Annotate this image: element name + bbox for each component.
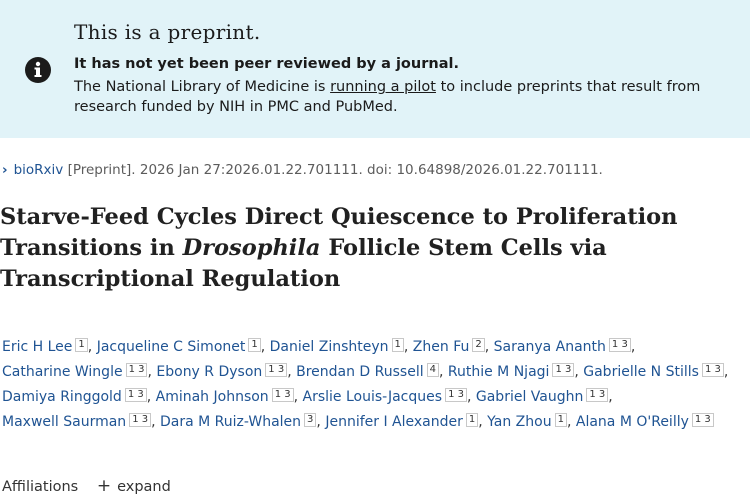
author-item: Alana M O'Reilly 1 3 (576, 413, 714, 430)
affiliation-superscript[interactable]: 1 (554, 413, 567, 427)
banner-funding-notice: research funded by NIH in PMC and PubMed… (74, 99, 398, 115)
running-pilot-link[interactable]: running a pilot (330, 79, 436, 95)
author-item: Maxwell Saurman 1 3 (2, 413, 152, 430)
affiliation-superscript[interactable]: 4 (426, 363, 439, 377)
author-name-link[interactable]: Gabrielle N Stills (583, 364, 699, 380)
author-separator: , (566, 414, 576, 430)
info-icon (25, 57, 51, 83)
chevron-right-icon: › (2, 162, 8, 178)
author-name-link[interactable]: Eric H Lee (2, 339, 72, 355)
affiliation-superscript[interactable]: 1 3 (124, 388, 147, 402)
affiliation-superscript[interactable]: 1 3 (265, 363, 288, 377)
author-name-link[interactable]: Brendan D Russell (296, 364, 424, 380)
author-separator: , (151, 414, 160, 430)
author-item: Ruthie M Njagi 1 3 (448, 363, 575, 380)
expand-affiliations-button[interactable]: + expand (96, 476, 171, 496)
author-item: Catharine Wingle 1 3 (2, 363, 148, 380)
author-item: Aminah Johnson 1 3 (156, 388, 294, 405)
author-separator: , (723, 364, 729, 380)
plus-icon: + (96, 476, 112, 496)
author-separator: , (630, 339, 636, 355)
author-name-link[interactable]: Jennifer I Alexander (325, 414, 463, 430)
banner-pilot-text-before: The National Library of Medicine is (74, 79, 331, 95)
affiliation-superscript[interactable]: 1 (248, 338, 261, 352)
affiliation-superscript[interactable]: 1 3 (125, 363, 148, 377)
affiliation-superscript[interactable]: 1 3 (445, 388, 467, 402)
author-name-link[interactable]: Ruthie M Njagi (448, 364, 550, 380)
author-separator: , (316, 414, 326, 430)
author-name-link[interactable]: Maxwell Saurman (2, 414, 126, 430)
author-separator: , (293, 389, 303, 405)
author-separator: , (438, 364, 448, 380)
banner-title: This is a preprint. (74, 20, 261, 44)
author-name-link[interactable]: Alana M O'Reilly (576, 414, 689, 430)
author-separator: , (466, 389, 476, 405)
author-separator: , (608, 389, 613, 405)
affiliation-superscript[interactable]: 1 3 (271, 388, 294, 402)
affiliation-superscript[interactable]: 1 3 (552, 363, 575, 377)
author-item: Arslie Louis-Jacques 1 3 (303, 388, 467, 405)
author-separator: , (260, 339, 270, 355)
affiliation-superscript[interactable]: 1 3 (608, 338, 631, 352)
author-separator: , (287, 364, 297, 380)
author-item: Yan Zhou 1 (487, 413, 567, 430)
preprint-banner: This is a preprint. It has not yet been … (0, 0, 750, 138)
affiliation-superscript[interactable]: 1 (391, 338, 404, 352)
banner-peer-review-notice: It has not yet been peer reviewed by a j… (74, 56, 459, 72)
affiliation-superscript[interactable]: 1 (75, 338, 88, 352)
author-item: Gabriel Vaughn 1 3 (476, 388, 609, 405)
author-name-link[interactable]: Zhen Fu (413, 339, 470, 355)
author-separator: , (403, 339, 413, 355)
article-title: Starve-Feed Cycles Direct Quiescence to … (0, 202, 750, 295)
affiliation-superscript[interactable]: 2 (472, 338, 485, 352)
author-name-link[interactable]: Arslie Louis-Jacques (303, 389, 443, 405)
affiliation-superscript[interactable]: 1 3 (691, 413, 714, 427)
author-name-link[interactable]: Dara M Ruiz-Whalen (160, 414, 301, 430)
author-name-link[interactable]: Gabriel Vaughn (476, 389, 584, 405)
banner-pilot-text-after: to include preprints that result from (435, 79, 701, 95)
banner-pilot-notice: The National Library of Medicine is runn… (74, 79, 700, 95)
author-item: Dara M Ruiz-Whalen 3 (160, 413, 317, 430)
author-separator: , (87, 339, 97, 355)
author-list: Eric H Lee 1, Jacqueline C Simonet 1, Dani… (2, 335, 747, 435)
expand-label: expand (117, 479, 171, 495)
author-item: Jennifer I Alexander 1 (325, 413, 479, 430)
author-name-link[interactable]: Jacqueline C Simonet (97, 339, 246, 355)
author-item: Jacqueline C Simonet 1 (97, 338, 261, 355)
citation-text: [Preprint]. 2026 Jan 27:2026.01.22.70111… (63, 162, 603, 178)
author-item: Brendan D Russell 4 (296, 363, 439, 380)
author-item: Damiya Ringgold 1 3 (2, 388, 147, 405)
affiliations-row: Affiliations + expand (2, 476, 171, 496)
affiliation-superscript[interactable]: 1 3 (701, 363, 724, 377)
author-item: Ebony R Dyson 1 3 (156, 363, 288, 380)
affiliation-superscript[interactable]: 1 (465, 413, 479, 427)
affiliation-superscript[interactable]: 3 (304, 413, 317, 427)
author-name-link[interactable]: Daniel Zinshteyn (270, 339, 389, 355)
affiliations-label: Affiliations (2, 479, 79, 495)
author-item: Saranya Ananth 1 3 (494, 338, 631, 355)
author-name-link[interactable]: Catharine Wingle (2, 364, 123, 380)
author-item: Eric H Lee 1 (2, 338, 88, 355)
author-separator: , (574, 364, 584, 380)
author-item: Zhen Fu 2 (413, 338, 485, 355)
journal-link[interactable]: bioRxiv (14, 162, 64, 178)
author-name-link[interactable]: Aminah Johnson (156, 389, 269, 405)
title-italic-term: Drosophila (182, 235, 321, 261)
author-item: Gabrielle N Stills 1 3 (583, 363, 724, 380)
author-name-link[interactable]: Saranya Ananth (494, 339, 606, 355)
author-separator: , (478, 414, 488, 430)
affiliation-superscript[interactable]: 1 3 (586, 388, 609, 402)
citation-line: › bioRxiv [Preprint]. 2026 Jan 27:2026.01… (2, 162, 603, 178)
author-item: Daniel Zinshteyn 1 (270, 338, 404, 355)
author-name-link[interactable]: Damiya Ringgold (2, 389, 122, 405)
author-name-link[interactable]: Yan Zhou (487, 414, 551, 430)
author-name-link[interactable]: Ebony R Dyson (156, 364, 262, 380)
author-separator: , (146, 389, 156, 405)
author-separator: , (484, 339, 494, 355)
affiliation-superscript[interactable]: 1 3 (129, 413, 152, 427)
